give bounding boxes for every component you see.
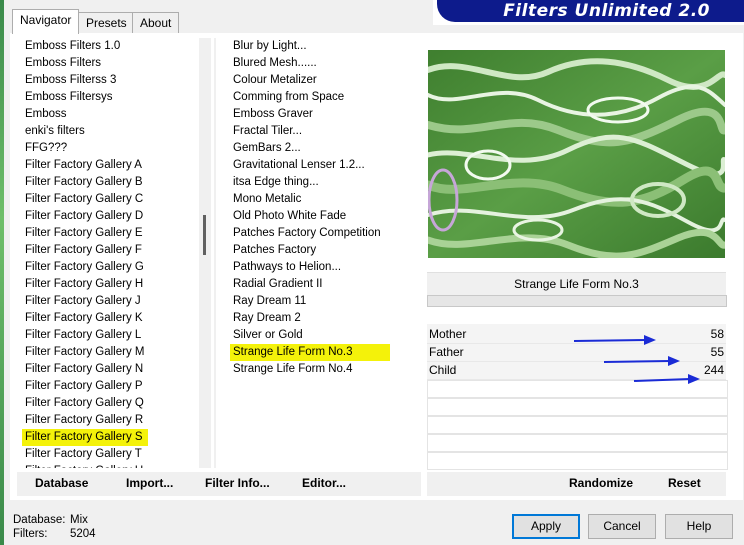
filter-list-item[interactable]: Patches Factory bbox=[230, 242, 390, 259]
category-list-item[interactable]: Filter Factory Gallery U bbox=[22, 463, 148, 468]
category-list-item[interactable]: Emboss Filterss 3 bbox=[22, 72, 148, 89]
category-list-item[interactable]: Filter Factory Gallery C bbox=[22, 191, 148, 208]
database-button[interactable]: Database bbox=[35, 476, 88, 490]
category-list-item[interactable]: Filter Factory Gallery H bbox=[22, 276, 148, 293]
param-label: Child bbox=[429, 363, 457, 377]
param-row-empty bbox=[427, 416, 728, 434]
editor-button[interactable]: Editor... bbox=[302, 476, 346, 490]
category-list-item[interactable]: Filter Factory Gallery K bbox=[22, 310, 148, 327]
category-list-item[interactable]: Filter Factory Gallery E bbox=[22, 225, 148, 242]
param-value: 244 bbox=[703, 363, 724, 377]
help-button[interactable]: Help bbox=[665, 514, 733, 539]
filter-list-item[interactable]: Emboss Graver bbox=[230, 106, 390, 123]
filter-preview bbox=[428, 50, 725, 258]
filter-name-label: Strange Life Form No.3 bbox=[427, 272, 726, 295]
filters-count-value: 5204 bbox=[70, 528, 96, 540]
filter-list-item[interactable]: Fractal Tiler... bbox=[230, 123, 390, 140]
background-strip bbox=[0, 0, 4, 545]
filter-list-item[interactable]: Ray Dream 11 bbox=[230, 293, 390, 310]
filter-list-item[interactable]: Pathways to Helion... bbox=[230, 259, 390, 276]
filter-list-item[interactable]: Gravitational Lenser 1.2... bbox=[230, 157, 390, 174]
filter-list-item[interactable]: Silver or Gold bbox=[230, 327, 390, 344]
banner-background: Filters Unlimited 2.0 bbox=[437, 0, 744, 22]
filter-list-item[interactable]: Blured Mesh...... bbox=[230, 55, 390, 72]
reset-button[interactable]: Reset bbox=[668, 476, 701, 490]
app-title: Filters Unlimited 2.0 bbox=[503, 1, 710, 21]
database-value: Mix bbox=[70, 514, 88, 526]
scrollbar-thumb[interactable] bbox=[203, 215, 206, 255]
category-list-item[interactable]: Filter Factory Gallery Q bbox=[22, 395, 148, 412]
arrow-annotation-icon bbox=[573, 335, 656, 345]
category-list-item[interactable]: Filter Factory Gallery M bbox=[22, 344, 148, 361]
apply-button[interactable]: Apply bbox=[512, 514, 580, 539]
param-row-empty bbox=[427, 452, 728, 470]
header-banner: Filters Unlimited 2.0 bbox=[433, 0, 744, 25]
category-list-item[interactable]: Filter Factory Gallery D bbox=[22, 208, 148, 225]
filter-list-item[interactable]: Colour Metalizer bbox=[230, 72, 390, 89]
randomize-button[interactable]: Randomize bbox=[569, 476, 633, 490]
category-list-item[interactable]: Filter Factory Gallery J bbox=[22, 293, 148, 310]
category-list-item[interactable]: Filter Factory Gallery G bbox=[22, 259, 148, 276]
filter-list-item[interactable]: Ray Dream 2 bbox=[230, 310, 390, 327]
category-list-item[interactable]: Filter Factory Gallery L bbox=[22, 327, 148, 344]
filters-count-label: Filters: bbox=[13, 528, 48, 540]
category-list-item[interactable]: Emboss Filters 1.0 bbox=[22, 38, 148, 55]
tab-presets[interactable]: Presets bbox=[78, 12, 135, 33]
filter-list[interactable]: Blur by Light... Blured Mesh...... Colour … bbox=[230, 38, 390, 378]
filter-list-item[interactable]: Patches Factory Competition bbox=[230, 225, 390, 242]
filter-info-button[interactable]: Filter Info... bbox=[205, 476, 270, 490]
list-divider bbox=[214, 38, 216, 468]
category-list-item[interactable]: Emboss bbox=[22, 106, 148, 123]
category-list-item[interactable]: Emboss Filters bbox=[22, 55, 148, 72]
arrow-annotation-icon bbox=[603, 356, 680, 366]
param-value: 58 bbox=[710, 327, 724, 341]
category-list-item[interactable]: Emboss Filtersys bbox=[22, 89, 148, 106]
filter-list-item[interactable]: GemBars 2... bbox=[230, 140, 390, 157]
import-button[interactable]: Import... bbox=[126, 476, 173, 490]
category-list-item[interactable]: Filter Factory Gallery S bbox=[22, 429, 148, 446]
filter-list-item[interactable]: itsa Edge thing... bbox=[230, 174, 390, 191]
param-label: Mother bbox=[429, 327, 467, 341]
filter-list-item[interactable]: Old Photo White Fade bbox=[230, 208, 390, 225]
tab-about[interactable]: About bbox=[132, 12, 180, 33]
param-value: 55 bbox=[710, 345, 724, 359]
category-list-item[interactable]: Filter Factory Gallery A bbox=[22, 157, 148, 174]
arrow-annotation-icon bbox=[633, 374, 700, 384]
filter-name-bar bbox=[427, 295, 727, 307]
preview-image bbox=[428, 50, 725, 258]
category-list-item[interactable]: Filter Factory Gallery P bbox=[22, 378, 148, 395]
filter-list-item[interactable]: Blur by Light... bbox=[230, 38, 390, 55]
category-list-item[interactable]: FFG??? bbox=[22, 140, 148, 157]
category-list-item[interactable]: Filter Factory Gallery B bbox=[22, 174, 148, 191]
filter-list-item[interactable]: Strange Life Form No.4 bbox=[230, 361, 390, 378]
category-list-item[interactable]: Filter Factory Gallery N bbox=[22, 361, 148, 378]
filter-list-item[interactable]: Strange Life Form No.3 bbox=[230, 344, 390, 361]
param-row-empty bbox=[427, 434, 728, 452]
database-label: Database: bbox=[13, 514, 66, 526]
category-list[interactable]: Emboss Filters 1.0 Emboss Filters Emboss F… bbox=[22, 38, 148, 468]
filter-list-item[interactable]: Mono Metalic bbox=[230, 191, 390, 208]
category-list-item[interactable]: Filter Factory Gallery R bbox=[22, 412, 148, 429]
cancel-button[interactable]: Cancel bbox=[588, 514, 656, 539]
filter-list-item[interactable]: Radial Gradient II bbox=[230, 276, 390, 293]
category-list-item[interactable]: Filter Factory Gallery F bbox=[22, 242, 148, 259]
param-label: Father bbox=[429, 345, 464, 359]
tab-navigator[interactable]: Navigator bbox=[12, 9, 80, 34]
filter-list-item[interactable]: Comming from Space bbox=[230, 89, 390, 106]
category-scrollbar[interactable] bbox=[199, 38, 211, 468]
category-list-item[interactable]: enki's filters bbox=[22, 123, 148, 140]
param-row-empty bbox=[427, 398, 728, 416]
category-list-item[interactable]: Filter Factory Gallery T bbox=[22, 446, 148, 463]
